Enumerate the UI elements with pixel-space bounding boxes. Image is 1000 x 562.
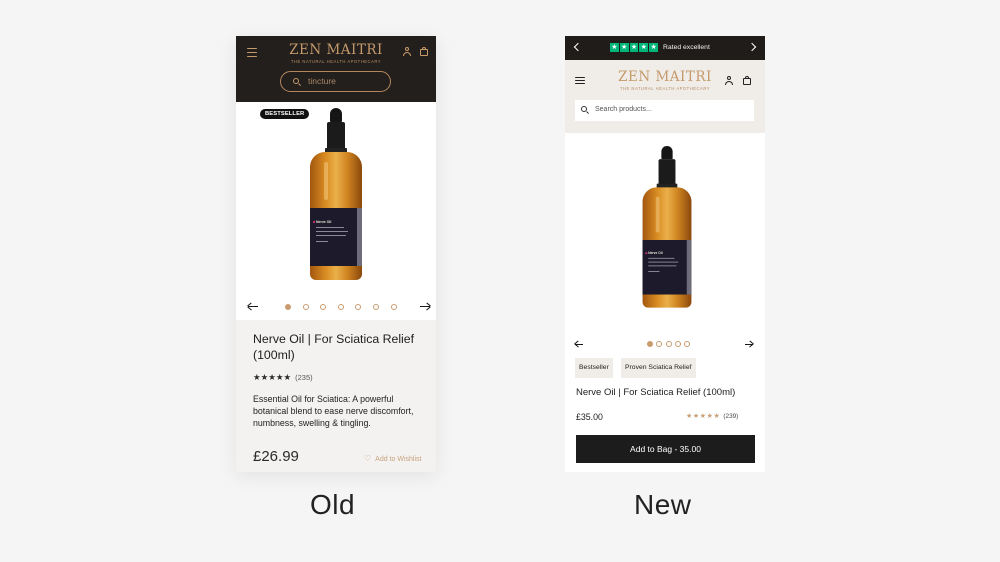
carousel-dot[interactable] [320, 304, 327, 310]
trustpilot-star-icon: ★ [639, 43, 649, 52]
search-value: tincture [308, 76, 336, 86]
arrow-right-icon[interactable] [745, 343, 753, 345]
bottle-label-text: Nerve Oil [648, 251, 663, 256]
carousel-dot[interactable] [656, 341, 663, 347]
user-icon[interactable] [403, 47, 411, 56]
carousel-dot[interactable] [684, 341, 691, 347]
product-info: Nerve Oil | For Sciatica Relief (100ml) … [236, 320, 436, 472]
heart-icon: ♡ [364, 454, 372, 463]
rated-text: Rated excellent [663, 43, 710, 51]
bottle-label-text: Nerve Oil [316, 220, 332, 224]
trust-bar: ★ ★ ★ ★ ★ Rated excellent [565, 36, 765, 60]
brand-tagline: THE NATURAL HEALTH APOTHECARY [619, 86, 711, 91]
carousel-dot[interactable] [337, 304, 344, 310]
product-title[interactable]: Nerve Oil | For Sciatica Relief (100ml) [253, 332, 421, 363]
chevron-right-icon[interactable] [747, 42, 757, 52]
carousel-dot[interactable] [355, 304, 362, 310]
carousel-dot[interactable] [647, 341, 653, 347]
product-description: Essential Oil for Sciatica: A powerful b… [253, 394, 414, 428]
brand-logo[interactable]: ZEN MAITRI THE NATURAL HEALTH APOTHECARY [615, 69, 715, 91]
rating[interactable]: ★★★★★ (239) [686, 413, 738, 420]
trustpilot-stars: ★ ★ ★ ★ ★ [610, 43, 658, 52]
product-image[interactable]: Nerve Oil [304, 108, 368, 282]
trustpilot-star-icon: ★ [619, 43, 629, 52]
new-mobile-screen: ★ ★ ★ ★ ★ Rated excellent ZEN MAITRI THE NAT… [565, 36, 765, 472]
add-to-wishlist-link[interactable]: ♡ Add to Wishlist [364, 454, 421, 463]
old-mobile-screen: ZEN MAITRI THE NATURAL HEALTH APOTHECARY… [236, 36, 436, 472]
arrow-left-icon[interactable] [248, 306, 258, 308]
product-price: £26.99 [253, 448, 299, 465]
trustpilot-star-icon: ★ [649, 43, 658, 52]
search-icon [293, 78, 302, 87]
product-title[interactable]: Nerve Oil | For Sciatica Relief (100ml) [576, 387, 735, 398]
menu-icon[interactable] [575, 77, 585, 84]
search-placeholder: Search products... [595, 106, 652, 113]
product-image[interactable]: Nerve Oil [637, 146, 697, 310]
old-header: ZEN MAITRI THE NATURAL HEALTH APOTHECARY… [236, 36, 436, 102]
carousel-dots[interactable] [647, 341, 691, 347]
carousel-dots[interactable] [285, 304, 397, 310]
user-icon[interactable] [725, 76, 733, 85]
search-input[interactable]: tincture [280, 71, 391, 92]
bag-icon[interactable] [420, 47, 428, 56]
add-to-bag-button[interactable]: Add to Bag - 35.00 [576, 435, 755, 463]
caption-old: Old [310, 489, 356, 520]
wishlist-label: Add to Wishlist [375, 456, 422, 463]
carousel-dot[interactable] [390, 304, 397, 310]
review-count: (239) [723, 413, 739, 420]
bag-icon[interactable] [743, 76, 751, 85]
brand-tagline: THE NATURAL HEALTH APOTHECARY [290, 59, 382, 64]
caption-new: New [634, 489, 692, 520]
rating-stars: ★★★★★ [686, 413, 721, 420]
brand-name: ZEN MAITRI [618, 69, 712, 85]
chip-proven-sciatica-relief: Proven Sciatica Relief [621, 358, 696, 378]
search-icon [581, 106, 590, 115]
arrow-right-icon[interactable] [420, 306, 430, 308]
carousel-dot[interactable] [285, 304, 291, 310]
carousel-dot[interactable] [674, 341, 681, 347]
arrow-left-icon[interactable] [575, 343, 583, 345]
rating-stars: ★★★★★ [253, 372, 292, 383]
search-input[interactable]: Search products... [575, 100, 754, 121]
chevron-left-icon[interactable] [573, 42, 583, 52]
menu-icon[interactable] [247, 48, 257, 57]
rating[interactable]: ★★★★★ (235) [253, 373, 313, 382]
trustpilot-star-icon: ★ [629, 43, 639, 52]
product-price: £35.00 [576, 412, 603, 422]
brand-name: ZEN MAITRI [289, 42, 383, 58]
carousel-dot[interactable] [372, 304, 379, 310]
new-header: ZEN MAITRI THE NATURAL HEALTH APOTHECARY… [565, 60, 765, 133]
trustpilot-star-icon: ★ [610, 43, 619, 52]
carousel-dot[interactable] [665, 341, 672, 347]
brand-logo[interactable]: ZEN MAITRI THE NATURAL HEALTH APOTHECARY [286, 42, 386, 64]
carousel-dot[interactable] [302, 304, 309, 310]
chip-bestseller: Bestseller [575, 358, 613, 378]
review-count: (235) [295, 373, 313, 382]
bestseller-badge: BESTSELLER [260, 109, 310, 119]
